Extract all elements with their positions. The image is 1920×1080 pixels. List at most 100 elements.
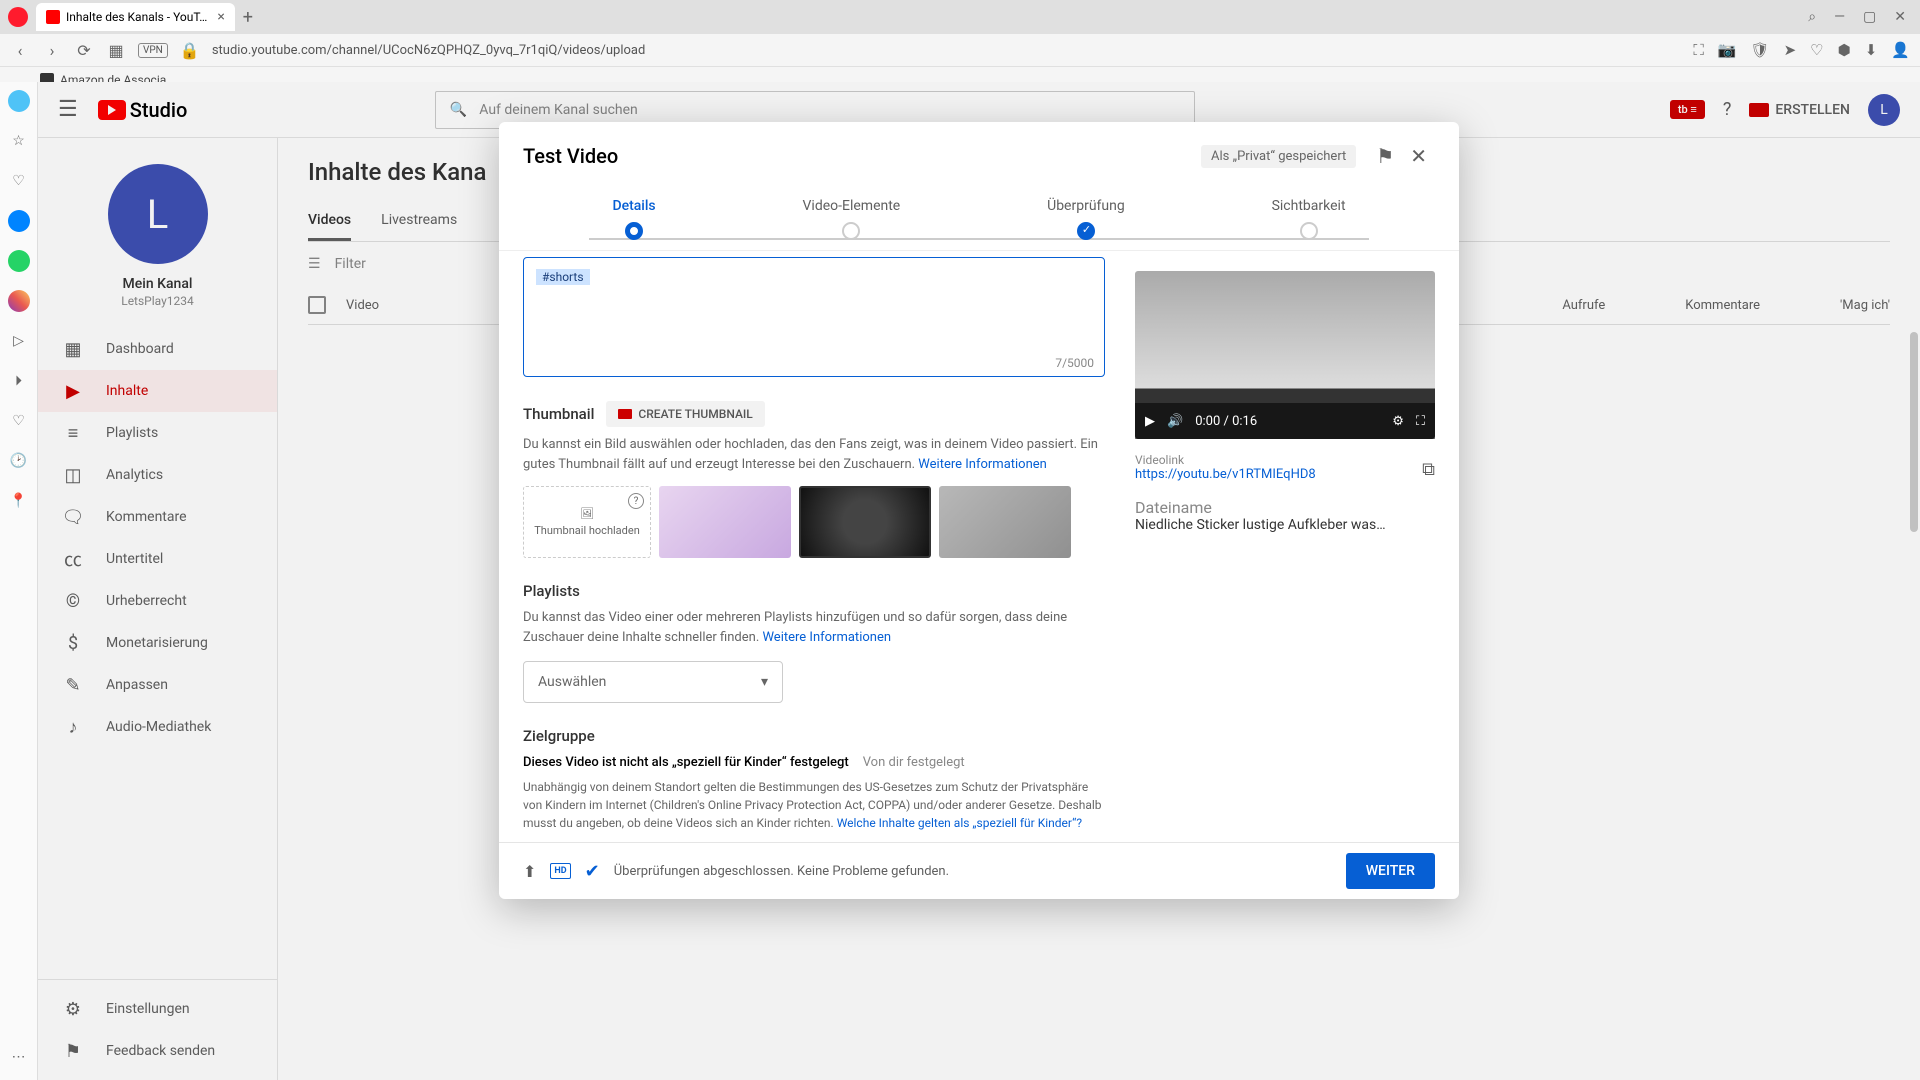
youtube-favicon-icon [46,10,60,24]
audience-status: Dieses Video ist nicht als „speziell für… [523,755,849,770]
url-field[interactable]: studio.youtube.com/channel/UCocN6zQPHQZ_… [212,43,1682,58]
sidebar-app-icon[interactable] [8,90,30,112]
playlists-more-link[interactable]: Weitere Informationen [762,630,891,645]
videolink-url[interactable]: https://youtu.be/v1RTMIEqHD8 [1135,467,1412,482]
description-field[interactable]: #shorts 7/5000 [523,257,1105,377]
stepper: Details Video-Elemente Überprüfung Sicht… [499,190,1459,250]
vpn-badge[interactable]: VPN [138,43,168,58]
screenshot-icon[interactable]: ⛶ [1693,41,1704,59]
check-circle-icon: ✔ [585,861,600,882]
back-button[interactable]: ‹ [10,40,30,60]
audience-set-by: Von dir festgelegt [863,755,965,770]
lock-icon: 🔒 [180,40,200,60]
modal-body: #shorts 7/5000 Thumbnail CREATE THUMBNAI… [499,250,1459,842]
tab-bar: Inhalte des Kanals - YouT… × + ⌕ — ▢ ✕ [0,0,1920,34]
browser-chrome: Inhalte des Kanals - YouT… × + ⌕ — ▢ ✕ ‹… [0,0,1920,82]
description-text: #shorts [536,269,590,285]
pin-icon[interactable]: 📍 [8,490,30,512]
forward-button[interactable]: › [42,40,62,60]
audience-link[interactable]: Welche Inhalte gelten als „speziell für … [837,816,1082,830]
close-modal-icon[interactable]: ✕ [1402,140,1435,172]
more-icon[interactable]: ⋯ [8,1046,30,1068]
audience-heading: Zielgruppe [523,727,595,745]
playlist-select[interactable]: Auswählen ▾ [523,661,783,703]
hd-icon: HD [550,863,570,879]
profile-icon[interactable]: 👤 [1891,41,1910,59]
thumbnail-option-2[interactable] [799,486,931,558]
minimize-icon[interactable]: — [1834,9,1845,25]
history-icon[interactable]: 🕑 [8,450,30,472]
modal-header: Test Video Als „Privat“ gespeichert ⚑ ✕ [499,122,1459,190]
opera-logo-icon [8,7,28,27]
step-dot-icon [1077,222,1095,240]
download-icon[interactable]: ⬇ [1865,41,1878,59]
upload-status-icon: ⬆ [523,862,536,881]
modal-backdrop: Test Video Als „Privat“ gespeichert ⚑ ✕ … [38,82,1920,1080]
copy-link-icon[interactable]: ⧉ [1422,459,1435,480]
video-preview[interactable]: ▶ 🔊 0:00 / 0:16 ⚙ ⛶ [1135,271,1435,439]
preview-time: 0:00 / 0:16 [1195,414,1380,429]
bookmark-icon[interactable]: ☆ [8,130,30,152]
window-controls: ⌕ — ▢ ✕ [1808,9,1920,25]
heart-icon[interactable]: ♡ [8,170,30,192]
thumbnail-option-3[interactable] [939,486,1071,558]
create-thumbnail-button[interactable]: CREATE THUMBNAIL [606,401,764,427]
thumbnail-section: Thumbnail CREATE THUMBNAIL Du kannst ein… [523,401,1105,558]
modal-footer: ⬆ HD ✔ Überprüfungen abgeschlossen. Kein… [499,842,1459,899]
modal-left-column: #shorts 7/5000 Thumbnail CREATE THUMBNAI… [523,251,1111,832]
videolink-block: Videolink https://youtu.be/v1RTMIEqHD8 ⧉ [1135,453,1435,482]
next-button[interactable]: WEITER [1346,853,1435,889]
cube-icon[interactable]: ⬢ [1838,41,1851,59]
search-icon[interactable]: ⌕ [1808,9,1816,25]
thumbnail-heading: Thumbnail [523,405,594,423]
thumbnail-option-1[interactable] [659,486,791,558]
play-icon[interactable]: ▷ [8,330,30,352]
upload-modal: Test Video Als „Privat“ gespeichert ⚑ ✕ … [499,122,1459,899]
modal-right-column: ▶ 🔊 0:00 / 0:16 ⚙ ⛶ Videolink https://yo… [1135,251,1435,832]
upload-thumbnail-button[interactable]: 🖼 Thumbnail hochladen ? [523,486,651,558]
reload-button[interactable]: ⟳ [74,40,94,60]
step-checks[interactable]: Überprüfung [1047,198,1125,240]
shield-icon[interactable]: 🛡 [1751,41,1770,59]
browser-tab[interactable]: Inhalte des Kanals - YouT… × [36,3,235,31]
audience-desc: Unabhängig von deinem Standort gelten di… [523,778,1105,832]
player-icon[interactable]: ⏵ [8,370,30,392]
send-icon[interactable]: ➤ [1784,41,1797,59]
filename-value: Niedliche Sticker lustige Aufkleber was… [1135,517,1435,533]
thumbnail-row: 🖼 Thumbnail hochladen ? [523,486,1105,558]
close-tab-icon[interactable]: × [217,9,224,25]
address-bar: ‹ › ⟳ ▦ VPN 🔒 studio.youtube.com/channel… [0,34,1920,66]
messenger-icon[interactable] [8,210,30,232]
char-count: 7/5000 [1055,356,1094,370]
thumbnail-more-link[interactable]: Weitere Informationen [918,457,1047,472]
tb-icon [618,409,632,419]
instagram-icon[interactable] [8,290,30,312]
fullscreen-icon[interactable]: ⛶ [1416,414,1425,429]
step-elements[interactable]: Video-Elemente [803,198,901,240]
tiles-icon[interactable]: ▦ [106,40,126,60]
youtube-studio-app: ☰ Studio 🔍 Auf deinem Kanal suchen tb ≡ … [38,82,1920,1080]
save-status: Als „Privat“ gespeichert [1201,145,1356,168]
chevron-down-icon: ▾ [761,674,768,690]
step-dot-icon [625,222,643,240]
playlists-heading: Playlists [523,582,580,600]
help-icon[interactable]: ? [628,493,644,509]
heart-icon[interactable]: ♡ [1810,41,1823,59]
camera-icon[interactable]: 📷 [1718,41,1737,59]
modal-title: Test Video [523,144,1201,168]
maximize-icon[interactable]: ▢ [1863,9,1876,25]
videolink-label: Videolink [1135,453,1412,467]
feedback-icon[interactable]: ⚑ [1368,140,1402,172]
tab-title: Inhalte des Kanals - YouT… [66,10,207,24]
step-visibility[interactable]: Sichtbarkeit [1272,198,1346,240]
volume-icon[interactable]: 🔊 [1167,414,1183,429]
close-window-icon[interactable]: ✕ [1894,9,1906,25]
settings-icon[interactable]: ⚙ [1392,414,1404,429]
step-details[interactable]: Details [612,198,655,240]
heart2-icon[interactable]: ♡ [8,410,30,432]
whatsapp-icon[interactable] [8,250,30,272]
filename-label: Dateiname [1135,498,1435,517]
play-icon[interactable]: ▶ [1145,414,1155,429]
filename-block: Dateiname Niedliche Sticker lustige Aufk… [1135,498,1435,533]
new-tab-button[interactable]: + [243,7,253,28]
